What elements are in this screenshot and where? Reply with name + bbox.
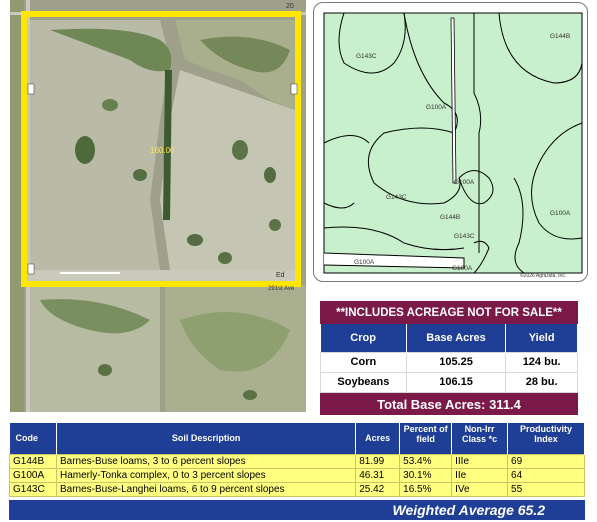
- header-percent: Percent of field: [399, 423, 453, 454]
- crop-cell: Corn: [320, 351, 407, 373]
- area-label: 160.00: [150, 146, 175, 155]
- map-label-g100a-1: G100A: [426, 104, 447, 111]
- code-cell: G144B: [9, 453, 57, 469]
- yield-cell: 124 bu.: [505, 351, 578, 373]
- base-acres-cell: 106.15: [405, 371, 507, 393]
- map-label-g143c-3: G143C: [454, 233, 475, 240]
- header-yield: Yield: [505, 324, 578, 352]
- percent-cell: 30.1%: [399, 467, 453, 483]
- soil-table: Code Soil Description Acres Percent of f…: [9, 423, 585, 497]
- class-cell: IIe: [451, 467, 509, 483]
- soil-table-header-row: Code Soil Description Acres Percent of f…: [9, 423, 585, 454]
- header-productivity: Productivity Index: [507, 423, 585, 454]
- header-crop: Crop: [320, 324, 407, 352]
- percent-cell: 53.4%: [399, 453, 453, 469]
- pi-cell: 55: [507, 481, 585, 497]
- map-label-g100a-2: G100A: [454, 179, 475, 186]
- acres-cell: 81.99: [355, 453, 401, 469]
- header-base-acres: Base Acres: [406, 324, 507, 352]
- soil-map: G143C G144B G100A G100A G143C G144B G100…: [313, 2, 588, 282]
- map-label-g100a-5: G100A: [452, 265, 473, 272]
- edge-label: Ed: [276, 272, 285, 279]
- aerial-photo: 20 160.00 Ed 291st Ave: [10, 0, 306, 412]
- table-row: G143C Barnes-Buse-Langhei loams, 6 to 9 …: [9, 481, 585, 497]
- base-acres-header-row: Crop Base Acres Yield: [320, 324, 578, 352]
- soil-map-drawing: [323, 12, 583, 274]
- total-base-acres: Total Base Acres: 311.4: [320, 393, 578, 415]
- pi-cell: 69: [507, 453, 585, 469]
- class-cell: IIIe: [451, 453, 509, 469]
- desc-cell: Barnes-Buse-Langhei loams, 6 to 9 percen…: [55, 481, 357, 497]
- map-label-g144b-1: G144B: [550, 33, 571, 40]
- code-cell: G100A: [9, 467, 57, 483]
- yield-cell: 28 bu.: [505, 371, 578, 393]
- table-row: G100A Hamerly-Tonka complex, 0 to 3 perc…: [9, 467, 585, 483]
- desc-cell: Barnes-Buse loams, 3 to 6 percent slopes: [55, 453, 357, 469]
- not-for-sale-banner: **INCLUDES ACREAGE NOT FOR SALE**: [320, 301, 578, 324]
- road-label-side: 291st Ave: [268, 286, 295, 292]
- code-cell: G143C: [9, 481, 57, 497]
- table-row: G144B Barnes-Buse loams, 3 to 6 percent …: [9, 453, 585, 469]
- map-label-g144b-2: G144B: [440, 214, 461, 221]
- map-label-g143c-2: G143C: [386, 194, 407, 201]
- header-acres: Acres: [355, 423, 401, 454]
- percent-cell: 16.5%: [399, 481, 453, 497]
- acres-cell: 25.42: [355, 481, 401, 497]
- class-cell: IVe: [451, 481, 509, 497]
- map-label-g100a-3: G100A: [550, 210, 571, 217]
- acres-cell: 46.31: [355, 467, 401, 483]
- header-code: Code: [9, 423, 57, 454]
- header-soil-description: Soil Description: [56, 423, 357, 454]
- crop-cell: Soybeans: [320, 371, 407, 393]
- road-label-top: 20: [286, 3, 294, 10]
- map-label-g143c-1: G143C: [356, 53, 377, 60]
- desc-cell: Hamerly-Tonka complex, 0 to 3 percent sl…: [55, 467, 357, 483]
- header-class: Non-Irr Class *c: [451, 423, 509, 454]
- weighted-average: Weighted Average 65.2: [9, 500, 585, 520]
- table-row: Corn 105.25 124 bu.: [320, 351, 578, 373]
- base-acres-table: Crop Base Acres Yield Corn 105.25 124 bu…: [320, 324, 578, 393]
- pi-cell: 64: [507, 467, 585, 483]
- map-copyright: ©2026 AgriData, Inc.: [520, 273, 567, 279]
- base-acres-cell: 105.25: [405, 351, 507, 373]
- map-label-g100a-4: G100A: [354, 259, 375, 266]
- table-row: Soybeans 106.15 28 bu.: [320, 371, 578, 393]
- aerial-image: [10, 0, 306, 412]
